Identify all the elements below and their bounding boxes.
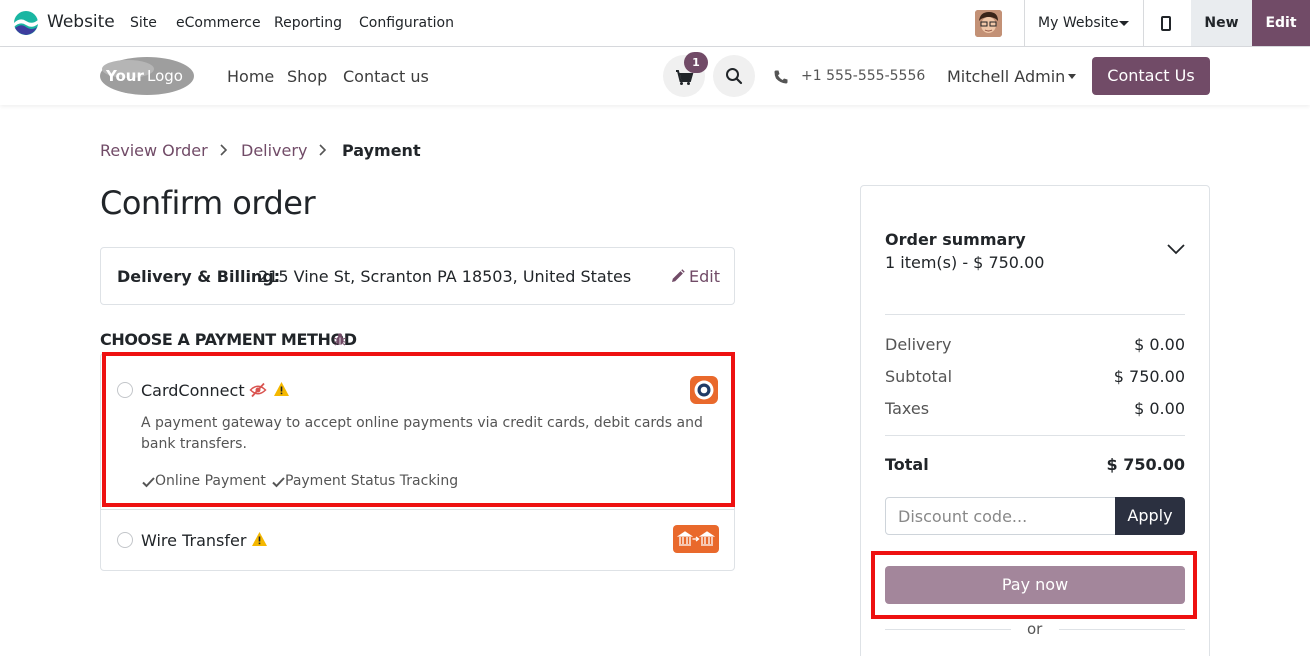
admin-bar: Website Site eCommerce Reporting Configu… — [0, 0, 1310, 47]
delivery-label: Delivery — [885, 335, 952, 354]
search-button[interactable] — [713, 55, 755, 97]
payment-method-heading: CHOOSE A PAYMENT METHOD — [100, 330, 357, 349]
payment-option-wire-transfer[interactable]: Wire Transfer — [101, 511, 734, 570]
order-summary-items: 1 item(s) - $ 750.00 — [885, 253, 1045, 272]
apply-discount-button[interactable]: Apply — [1115, 497, 1185, 535]
user-avatar[interactable] — [975, 10, 1002, 37]
divider — [1024, 0, 1025, 46]
app-name[interactable]: Website — [47, 12, 115, 32]
wire-transfer-name: Wire Transfer — [141, 531, 247, 550]
pencil-icon[interactable] — [671, 269, 685, 283]
or-separator: or — [1027, 620, 1043, 638]
bank-transfer-icon — [673, 525, 719, 553]
edit-button[interactable]: Edit — [1252, 0, 1310, 46]
highlight-box-payment — [102, 352, 735, 507]
wire-transfer-radio[interactable] — [117, 532, 133, 548]
page-title: Confirm order — [100, 184, 316, 222]
total-value: $ 750.00 — [1106, 455, 1185, 474]
divider — [1143, 0, 1144, 46]
mobile-preview-icon[interactable] — [1161, 16, 1171, 31]
delivery-value: $ 0.00 — [1134, 335, 1185, 354]
new-button[interactable]: New — [1191, 0, 1252, 46]
chevron-right-icon — [319, 144, 327, 156]
taxes-label: Taxes — [885, 399, 930, 418]
site-header: Your Logo Home Shop Contact us 1 +1 555-… — [0, 47, 1310, 105]
divider — [885, 629, 1011, 630]
warning-icon — [252, 532, 267, 546]
menu-ecommerce[interactable]: eCommerce — [176, 15, 261, 31]
contact-us-button[interactable]: Contact Us — [1092, 57, 1210, 95]
nav-home[interactable]: Home — [227, 67, 274, 86]
address-card: Delivery & Billing: 215 Vine St, Scranto… — [100, 247, 735, 305]
total-label: Total — [885, 455, 929, 474]
website-app-icon[interactable] — [13, 10, 39, 36]
phone-number[interactable]: +1 555-555-5556 — [801, 68, 925, 84]
highlight-box-pay-now — [871, 551, 1197, 619]
phone-icon — [774, 70, 788, 84]
svg-text:Logo: Logo — [147, 67, 183, 85]
cart-count-badge: 1 — [684, 52, 708, 73]
chevron-down-icon[interactable] — [1166, 242, 1186, 256]
subtotal-value: $ 750.00 — [1113, 367, 1185, 386]
subtotal-label: Subtotal — [885, 367, 953, 386]
chevron-down-icon — [1068, 74, 1076, 79]
search-icon — [726, 68, 743, 85]
nav-shop[interactable]: Shop — [287, 67, 327, 86]
address-label: Delivery & Billing: — [117, 267, 281, 286]
taxes-value: $ 0.00 — [1134, 399, 1185, 418]
your-logo[interactable]: Your Logo — [100, 56, 195, 96]
chevron-right-icon — [220, 144, 228, 156]
website-selector[interactable]: My Website — [1038, 15, 1119, 31]
discount-code-input[interactable] — [885, 497, 1116, 535]
nav-contact-us[interactable]: Contact us — [343, 67, 429, 86]
svg-text:Your: Your — [105, 67, 144, 85]
address-text: 215 Vine St, Scranton PA 18503, United S… — [258, 267, 632, 286]
breadcrumb-review-order[interactable]: Review Order — [100, 141, 208, 160]
menu-configuration[interactable]: Configuration — [359, 15, 454, 31]
divider — [885, 314, 1185, 315]
breadcrumb-payment: Payment — [342, 141, 421, 160]
menu-site[interactable]: Site — [130, 15, 157, 31]
menu-reporting[interactable]: Reporting — [274, 15, 342, 31]
avatar-face-icon — [975, 10, 1002, 37]
divider — [885, 435, 1185, 436]
user-menu[interactable]: Mitchell Admin — [947, 67, 1065, 86]
breadcrumb-delivery[interactable]: Delivery — [241, 141, 307, 160]
order-summary-title: Order summary — [885, 230, 1026, 249]
address-edit-link[interactable]: Edit — [689, 267, 720, 286]
bug-icon[interactable] — [333, 332, 347, 346]
divider — [1059, 629, 1185, 630]
chevron-down-icon — [1119, 21, 1129, 26]
